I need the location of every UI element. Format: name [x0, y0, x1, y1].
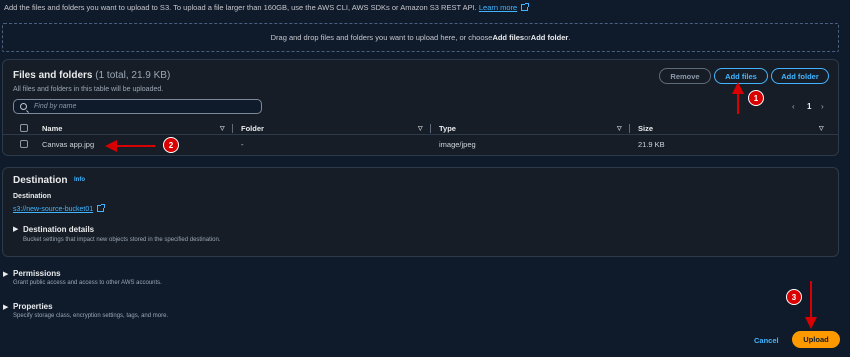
remove-button[interactable]: Remove: [659, 68, 711, 84]
learn-more-link[interactable]: Learn more: [479, 3, 517, 12]
dropzone-or: or: [524, 33, 531, 42]
intro-description: Add the files and folders you want to up…: [4, 3, 477, 12]
properties-toggle[interactable]: Properties: [13, 302, 53, 311]
column-divider[interactable]: [430, 124, 431, 133]
sort-icon[interactable]: ▽: [819, 125, 824, 132]
column-divider[interactable]: [629, 124, 630, 133]
files-panel: Files and folders (1 total, 21.9 KB) All…: [2, 59, 839, 156]
sort-icon[interactable]: ▽: [617, 125, 622, 132]
properties-description: Specify storage class, encryption settin…: [13, 313, 169, 319]
info-link[interactable]: Info: [74, 177, 85, 183]
column-header-size[interactable]: Size: [638, 124, 653, 133]
external-link-icon: [97, 204, 106, 212]
cancel-button[interactable]: Cancel: [754, 336, 779, 345]
file-type: image/jpeg: [439, 140, 476, 149]
dropzone-prefix: Drag and drop files and folders you want…: [270, 33, 493, 42]
column-header-type[interactable]: Type: [439, 124, 456, 133]
column-header-folder[interactable]: Folder: [241, 124, 264, 133]
next-page-button[interactable]: ›: [821, 102, 824, 111]
add-folder-button[interactable]: Add folder: [771, 68, 829, 84]
select-all-checkbox[interactable]: [20, 124, 28, 132]
column-divider[interactable]: [232, 124, 233, 133]
external-link-icon: [521, 3, 530, 11]
destination-details-description: Bucket settings that impact new objects …: [23, 237, 221, 243]
annotation-badge-2: 2: [163, 137, 179, 153]
file-folder: -: [241, 140, 244, 149]
permissions-toggle[interactable]: Permissions: [13, 269, 61, 278]
files-subtitle: All files and folders in this table will…: [13, 86, 164, 93]
permissions-description: Grant public access and access to other …: [13, 280, 162, 286]
destination-value: s3://new-source-bucket01: [13, 204, 106, 213]
previous-page-button[interactable]: ‹: [792, 102, 795, 111]
caret-right-icon[interactable]: ▶: [3, 303, 8, 311]
drop-zone[interactable]: Drag and drop files and folders you want…: [2, 23, 839, 52]
intro-text: Add the files and folders you want to up…: [4, 3, 530, 12]
destination-label: Destination: [13, 193, 52, 200]
search-icon: [20, 103, 27, 110]
files-count: (1 total, 21.9 KB): [95, 70, 171, 81]
annotation-badge-3: 3: [786, 289, 802, 305]
destination-details-toggle[interactable]: Destination details: [23, 225, 94, 234]
destination-bucket-link[interactable]: s3://new-source-bucket01: [13, 206, 93, 213]
sort-icon[interactable]: ▽: [418, 125, 423, 132]
page-number[interactable]: 1: [807, 102, 811, 111]
file-name: Canvas app.jpg: [42, 140, 95, 149]
caret-right-icon[interactable]: ▶: [3, 270, 8, 278]
destination-panel: Destination Info Destination s3://new-so…: [2, 167, 839, 257]
row-checkbox[interactable]: [20, 140, 28, 148]
search-placeholder: Find by name: [34, 103, 77, 110]
upload-button[interactable]: Upload: [792, 331, 840, 348]
add-files-button[interactable]: Add files: [714, 68, 768, 84]
destination-title: Destination: [13, 175, 68, 186]
dropzone-add-files: Add files: [492, 33, 525, 42]
dropzone-add-folder: Add folder: [530, 33, 569, 42]
table-header: Name ▽ Folder ▽ Type ▽ Size ▽: [3, 123, 838, 135]
search-input[interactable]: Find by name: [13, 99, 262, 114]
caret-right-icon[interactable]: ▶: [13, 225, 18, 233]
column-header-name[interactable]: Name: [42, 124, 62, 133]
files-title-text: Files and folders: [13, 70, 93, 81]
files-panel-title: Files and folders (1 total, 21.9 KB): [13, 70, 170, 81]
dropzone-suffix: .: [568, 33, 571, 42]
file-size: 21.9 KB: [638, 140, 665, 149]
table-row[interactable]: Canvas app.jpg - image/jpeg 21.9 KB: [3, 138, 838, 152]
annotation-badge-1: 1: [748, 90, 764, 106]
sort-icon[interactable]: ▽: [220, 125, 225, 132]
